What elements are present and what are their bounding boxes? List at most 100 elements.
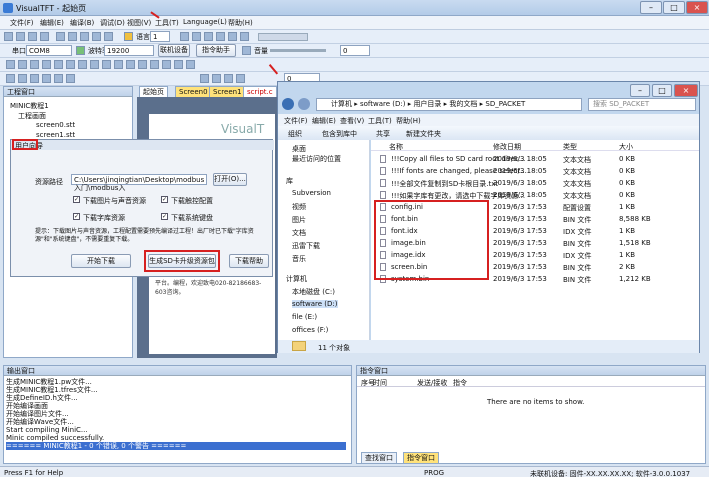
meter-tool-icon[interactable] <box>102 60 111 69</box>
slider-tool-icon[interactable] <box>90 60 99 69</box>
stop-icon[interactable] <box>228 32 237 41</box>
menu-build[interactable]: 编译(B) <box>70 18 94 28</box>
crumb-docs[interactable]: 我的文档 <box>449 100 477 108</box>
project-node-screen0[interactable]: screen0.stt <box>36 121 75 129</box>
same-width-icon[interactable] <box>54 74 63 83</box>
tab-start-page[interactable]: 起始页 <box>139 86 168 97</box>
file-row[interactable]: !!!如果字库有更改，请选中下载字库资源... 2019/6/3 18:05 文本文… <box>371 190 661 200</box>
maximize-button[interactable]: □ <box>663 1 685 14</box>
explorer-minimize-button[interactable]: – <box>630 84 650 97</box>
nav-music[interactable]: 音乐 <box>292 254 306 264</box>
organize-button[interactable]: 组织 <box>288 129 302 139</box>
col-time[interactable]: 时间 <box>373 378 387 388</box>
rect-icon[interactable] <box>30 60 39 69</box>
menu-view[interactable]: 视图(V) <box>127 18 151 28</box>
baud-select[interactable]: 19200 <box>104 45 154 56</box>
close-button[interactable]: × <box>686 1 708 14</box>
menu-edit[interactable]: 编辑(E) <box>40 18 64 28</box>
same-height-icon[interactable] <box>66 74 75 83</box>
nav-desktop[interactable]: 桌面 <box>292 144 306 154</box>
menu-language[interactable]: Language(L) <box>183 18 227 26</box>
connect-icon[interactable] <box>76 46 85 55</box>
cut-icon[interactable] <box>56 32 65 41</box>
nav-subversion[interactable]: Subversion <box>292 189 331 197</box>
open-file-icon[interactable] <box>16 32 25 41</box>
nav-recent[interactable]: 最近访问的位置 <box>292 154 341 164</box>
port-select[interactable]: COM8 <box>26 45 72 56</box>
save-icon[interactable] <box>28 32 37 41</box>
text-tool-icon[interactable] <box>54 60 63 69</box>
share-button[interactable]: 共享 <box>376 129 390 139</box>
nav-videos[interactable]: 视频 <box>292 202 306 212</box>
download-icon[interactable] <box>204 32 213 41</box>
nav-pictures[interactable]: 图片 <box>292 215 306 225</box>
checkbox-keyboard[interactable]: ✓ <box>161 213 168 220</box>
crumb-drive[interactable]: software (D:) <box>360 100 406 108</box>
back-icon[interactable] <box>282 98 294 110</box>
menu-file[interactable]: 文件(F) <box>10 18 34 28</box>
include-library-button[interactable]: 包含到库中 <box>322 129 357 139</box>
explorer-close-button[interactable]: × <box>674 84 698 97</box>
col-type[interactable]: 类型 <box>563 142 577 152</box>
zoom-in-icon[interactable] <box>212 74 221 83</box>
zoom-select[interactable]: 1 <box>150 31 170 42</box>
col-size[interactable]: 大小 <box>619 142 633 152</box>
exp-menu-view[interactable]: 查看(V) <box>340 116 364 126</box>
menu-tools[interactable]: 工具(T) <box>155 18 179 28</box>
file-row[interactable]: !!!Copy all files to SD card root direc.… <box>371 154 661 164</box>
tab-screen0[interactable]: Screen0 <box>175 86 212 97</box>
align-bottom-icon[interactable] <box>42 74 51 83</box>
icon-tool-icon[interactable] <box>186 60 195 69</box>
menu-help[interactable]: 帮助(H) <box>228 18 253 28</box>
col-name[interactable]: 名称 <box>389 142 403 152</box>
file-row[interactable]: !!!全部文件复制到SD卡根目录.txt 2019/6/3 18:05 文本文档 0 … <box>371 178 661 188</box>
undo-icon[interactable] <box>92 32 101 41</box>
exp-menu-edit[interactable]: 编辑(E) <box>312 116 336 126</box>
language-icon[interactable] <box>124 32 133 41</box>
paste-icon[interactable] <box>80 32 89 41</box>
explorer-maximize-button[interactable]: □ <box>652 84 672 97</box>
resource-path-input[interactable]: C:\Users\jinqingtian\Desktop\modbus入门\mo… <box>71 174 207 192</box>
crumb-user[interactable]: 用户目录 <box>413 100 441 108</box>
file-row[interactable]: !!!If fonts are changed, please select..… <box>371 166 661 176</box>
checkbox-touch-config[interactable]: ✓ <box>161 196 168 203</box>
search-input[interactable]: 搜索 SD_PACKET <box>588 98 696 111</box>
line-icon[interactable] <box>18 60 27 69</box>
tab-find-window[interactable]: 查找窗口 <box>361 452 397 463</box>
checkbox-font[interactable]: ✓ <box>73 213 80 220</box>
image-tool-icon[interactable] <box>78 60 87 69</box>
debug-icon[interactable] <box>216 32 225 41</box>
exp-menu-help[interactable]: 帮助(H) <box>396 116 421 126</box>
copy-icon[interactable] <box>68 32 77 41</box>
save-all-icon[interactable] <box>40 32 49 41</box>
address-bar[interactable]: 计算机 ▸ software (D:) ▸ 用户目录 ▸ 我的文档 ▸ SD_P… <box>316 98 582 111</box>
project-root[interactable]: MINIC教程1 <box>10 101 49 111</box>
checkbox-images-sounds[interactable]: ✓ <box>73 196 80 203</box>
anim-tool-icon[interactable] <box>174 60 183 69</box>
volume-slider[interactable] <box>270 49 326 52</box>
tab-command-window[interactable]: 指令窗口 <box>403 452 439 463</box>
qr-tool-icon[interactable] <box>150 60 159 69</box>
nav-libraries[interactable]: 库 <box>286 176 293 186</box>
tab-script[interactable]: script.c <box>243 86 277 97</box>
align-right-icon[interactable] <box>18 74 27 83</box>
col-direction[interactable]: 发送/接收 <box>417 378 447 388</box>
nav-drive-d[interactable]: software (D:) <box>292 300 338 308</box>
new-folder-button[interactable]: 新建文件夹 <box>406 129 441 139</box>
nav-drive-e[interactable]: file (E:) <box>292 313 317 321</box>
new-file-icon[interactable] <box>4 32 13 41</box>
nav-computer[interactable]: 计算机 <box>286 274 307 284</box>
compile-icon[interactable] <box>180 32 189 41</box>
menu-tool-icon[interactable] <box>138 60 147 69</box>
menu-debug[interactable]: 调试(D) <box>100 18 125 28</box>
button-tool-icon[interactable] <box>66 60 75 69</box>
exp-menu-tools[interactable]: 工具(T) <box>368 116 392 126</box>
minimize-button[interactable]: – <box>640 1 662 14</box>
settings-icon[interactable] <box>240 32 249 41</box>
progress-tool-icon[interactable] <box>114 60 123 69</box>
command-helper-button[interactable]: 指令助手 <box>196 44 236 57</box>
open-button[interactable]: 打开(O)... <box>213 173 247 186</box>
volume-value[interactable]: 0 <box>340 45 370 56</box>
project-node-screen1[interactable]: screen1.stt <box>36 131 75 139</box>
nav-drive-f[interactable]: offices (F:) <box>292 326 328 334</box>
